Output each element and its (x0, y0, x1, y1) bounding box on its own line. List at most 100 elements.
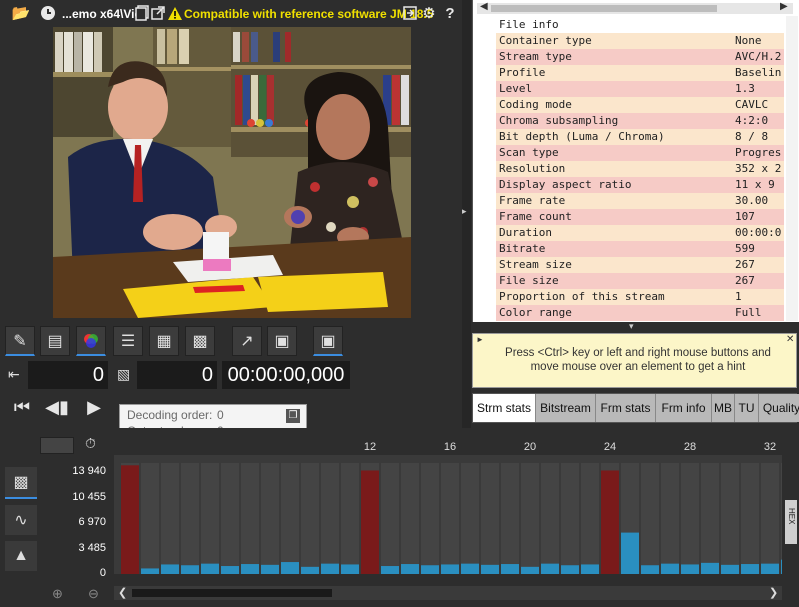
fullscreen-icon[interactable]: ▣ (313, 326, 343, 356)
display-index-field[interactable]: 0 (137, 361, 217, 389)
info-row[interactable]: Frame rate 30.00 (496, 193, 784, 209)
info-scrollbar-h[interactable]: ◀ ▶ (477, 1, 793, 14)
info-row[interactable]: Profile Baselin (496, 65, 784, 81)
info-scrollbar-v[interactable] (786, 16, 798, 321)
tab-strm-stats[interactable]: Strm stats (473, 394, 536, 422)
frame-bar[interactable] (681, 564, 699, 574)
frame-bar[interactable] (161, 564, 179, 574)
frame-bar[interactable] (421, 565, 439, 574)
bar-chart-view-icon[interactable]: ▩ (5, 467, 37, 499)
frame-bar[interactable] (241, 564, 259, 574)
frame-bar[interactable] (701, 562, 719, 574)
zoom-in-icon[interactable]: ⊕ (52, 586, 63, 602)
frame-bar[interactable] (661, 563, 679, 574)
frame-bar[interactable] (481, 564, 499, 574)
copy-tooltip-icon[interactable]: ❐ (286, 409, 300, 423)
frame-bar[interactable] (181, 565, 199, 574)
frame-bar[interactable] (461, 563, 479, 574)
scroll-left-icon[interactable]: ◀ (480, 1, 488, 12)
help-icon[interactable]: ? (441, 4, 459, 22)
info-row[interactable]: Resolution 352 x 2 (496, 161, 784, 177)
frame-bar[interactable] (781, 559, 799, 574)
frame-bar[interactable] (501, 564, 519, 574)
info-row[interactable]: Color range Full (496, 305, 784, 321)
tab-frm-stats[interactable]: Frm stats (596, 394, 656, 422)
color-components-icon[interactable] (76, 326, 106, 356)
film-icon[interactable]: ▤ (40, 326, 70, 356)
list-view-icon[interactable]: ☰ (113, 326, 143, 356)
tab-tu[interactable]: TU (735, 394, 759, 422)
frame-bar[interactable] (741, 564, 759, 574)
info-row[interactable]: Container type None (496, 33, 784, 49)
timer-icon[interactable]: ⏱ (85, 435, 96, 452)
tab-frm-info[interactable]: Frm info (656, 394, 712, 422)
tab-quality[interactable]: Quality (759, 394, 799, 422)
frame-bar[interactable] (721, 564, 739, 574)
tab-bitstream[interactable]: Bitstream (536, 394, 596, 422)
scroll-right-icon[interactable]: ▶ (780, 1, 788, 12)
frame-bar[interactable] (221, 566, 239, 574)
first-frame-icon[interactable]: ⏮ (8, 393, 36, 421)
frame-bar[interactable] (641, 565, 659, 574)
frame-bar[interactable] (761, 563, 779, 574)
info-row[interactable]: File size 267 (496, 273, 784, 289)
info-row[interactable]: Display aspect ratio 11 x 9 (496, 177, 784, 193)
clock-icon[interactable] (39, 4, 57, 22)
timecode-field[interactable]: 00:00:00,000 (222, 361, 350, 389)
chart-scroll-thumb[interactable] (132, 589, 332, 597)
chart-scroll-left-icon[interactable]: ❮ (118, 586, 127, 599)
frame-bar[interactable] (281, 562, 299, 574)
external-icon[interactable] (149, 4, 167, 22)
frame-bar[interactable] (401, 564, 419, 574)
frame-bar[interactable] (521, 566, 539, 574)
vector-icon[interactable]: ↗ (232, 326, 262, 356)
frame-size-chart[interactable] (114, 455, 799, 574)
frame-bar[interactable] (581, 564, 599, 574)
frame-bar[interactable] (341, 564, 359, 574)
info-row[interactable]: Chroma subsampling 4:2:0 (496, 113, 784, 129)
line-chart-view-icon[interactable]: ∿ (5, 505, 37, 535)
frame-bar[interactable] (381, 566, 399, 574)
frame-bar[interactable] (201, 563, 219, 574)
macroblock-icon[interactable]: ▩ (185, 326, 215, 356)
close-hint-icon[interactable]: ✕ (786, 334, 794, 345)
frame-bar[interactable] (361, 470, 379, 574)
tab-mb[interactable]: MB (712, 394, 735, 422)
prev-frame-icon[interactable]: ◀▮ (43, 393, 71, 421)
area-chart-view-icon[interactable]: ▲ (5, 541, 37, 571)
info-row[interactable]: Duration 00:00:0 (496, 225, 784, 241)
gear-icon[interactable]: ⚙ (420, 4, 438, 22)
frame-bar[interactable] (321, 563, 339, 574)
chart-scroll-right-icon[interactable]: ❯ (769, 586, 778, 599)
frame-bar[interactable] (541, 563, 559, 574)
video-frame[interactable] (53, 27, 411, 318)
frame-bar[interactable] (441, 564, 459, 574)
info-row[interactable]: Bitrate 599 (496, 241, 784, 257)
frame-bar[interactable] (141, 568, 159, 574)
runner-icon[interactable]: ✎ (5, 326, 35, 356)
scroll-thumb[interactable] (491, 5, 717, 12)
frame-bar[interactable] (621, 532, 639, 574)
file-path[interactable]: ...emo x64\Vid (62, 7, 142, 21)
info-row[interactable]: Frame count 107 (496, 209, 784, 225)
decode-index-field[interactable]: 0 (28, 361, 108, 389)
frame-bar[interactable] (261, 564, 279, 574)
folder-open-icon[interactable]: 📂 (10, 4, 32, 22)
info-row[interactable]: Stream type AVC/H.2 (496, 49, 784, 65)
panel-collapse-icon[interactable]: ▾ (629, 321, 634, 332)
info-row[interactable]: Coding mode CAVLC (496, 97, 784, 113)
chart-scrollbar[interactable]: ❮ ❯ (114, 586, 782, 600)
hex-toggle[interactable]: HEX (785, 500, 797, 544)
frame-bar[interactable] (121, 465, 139, 574)
info-row[interactable]: Proportion of this stream 1 (496, 289, 784, 305)
frame-bar[interactable] (601, 470, 619, 574)
overlay-icon[interactable]: ▣ (267, 326, 297, 356)
info-row[interactable]: Stream size 267 (496, 257, 784, 273)
grid-view-icon[interactable]: ▦ (149, 326, 179, 356)
zoom-out-icon[interactable]: ⊖ (88, 586, 99, 602)
info-row[interactable]: Level 1.3 (496, 81, 784, 97)
pin-icon[interactable]: ► (476, 335, 484, 344)
frame-bar[interactable] (301, 566, 319, 574)
view-icon[interactable] (401, 4, 419, 22)
frame-bar[interactable] (561, 565, 579, 574)
